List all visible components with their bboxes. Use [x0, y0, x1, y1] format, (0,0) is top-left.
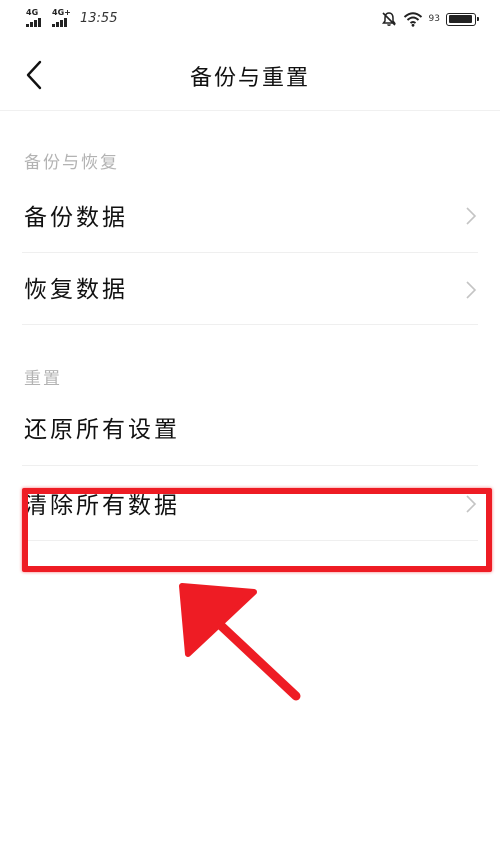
backup-data-item[interactable]: 备份数据 — [0, 186, 500, 252]
battery-fill — [448, 15, 472, 23]
status-left: 4G 4G+ 13:55 — [26, 8, 118, 29]
page-title: 备份与重置 — [189, 66, 310, 91]
divider — [22, 324, 478, 325]
section-title-reset: 重置 — [24, 369, 62, 389]
signal-icon: 4G — [26, 8, 48, 29]
network-type-label-secondary: 4G+ — [52, 8, 71, 17]
battery-icon — [446, 12, 479, 26]
status-right: 93 — [381, 9, 479, 29]
divider — [22, 252, 478, 253]
wifi-icon — [403, 12, 422, 27]
chevron-right-icon — [466, 281, 477, 299]
divider — [22, 465, 478, 466]
mute-bell-icon — [381, 12, 396, 26]
section-title-backup-restore: 备份与恢复 — [24, 153, 119, 173]
status-time: 13:55 — [80, 11, 118, 26]
restore-data-item[interactable]: 恢复数据 — [0, 258, 500, 324]
page-header: 备份与重置 — [0, 38, 500, 111]
reset-all-settings-label: 还原所有设置 — [24, 417, 180, 443]
restore-data-label: 恢复数据 — [24, 277, 128, 303]
status-bar: 4G 4G+ 13:55 93 — [0, 0, 500, 38]
arrow-pointer-icon — [179, 583, 301, 701]
backup-data-label: 备份数据 — [24, 205, 128, 231]
battery-percent: 93 — [428, 14, 440, 24]
reset-all-settings-item[interactable]: 还原所有设置 — [0, 398, 500, 464]
chevron-right-icon — [466, 207, 477, 225]
highlight-box — [22, 488, 492, 572]
network-type-label: 4G — [26, 8, 39, 17]
signal-icon-secondary: 4G+ — [52, 8, 74, 29]
